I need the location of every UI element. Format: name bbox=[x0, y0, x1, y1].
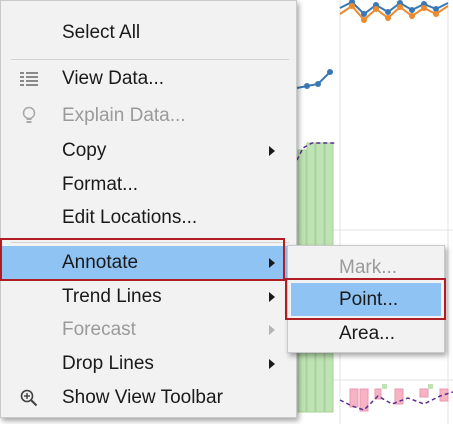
annotate-submenu: Mark... Point... Area... bbox=[287, 245, 445, 353]
menu-item-label: Annotate bbox=[62, 251, 139, 273]
menu-item-select-all[interactable]: Select All bbox=[1, 16, 296, 49]
submenu-item-point[interactable]: Point... bbox=[291, 283, 441, 316]
menu-separator bbox=[11, 59, 289, 60]
menu-item-show-view-toolbar[interactable]: Show View Toolbar bbox=[1, 381, 296, 414]
line-series-mid bbox=[296, 69, 333, 89]
line-series-top bbox=[339, 0, 449, 22]
menu-item-forecast[interactable]: Forecast bbox=[1, 313, 296, 346]
menu-item-drop-lines[interactable]: Drop Lines bbox=[1, 347, 296, 380]
submenu-arrow-icon bbox=[269, 292, 275, 302]
submenu-item-area[interactable]: Area... bbox=[291, 317, 441, 350]
submenu-item-label: Mark... bbox=[339, 256, 398, 278]
menu-item-label: View Data... bbox=[62, 67, 165, 89]
menu-item-label: Forecast bbox=[62, 318, 136, 340]
submenu-arrow-icon bbox=[269, 146, 275, 156]
menu-item-edit-locations[interactable]: Edit Locations... bbox=[1, 201, 296, 234]
zoom-icon bbox=[19, 388, 39, 408]
menu-item-trend-lines[interactable]: Trend Lines bbox=[1, 280, 296, 313]
menu-item-label: Drop Lines bbox=[62, 352, 154, 374]
menu-item-view-data[interactable]: View Data... bbox=[1, 62, 296, 95]
menu-item-label: Format... bbox=[62, 173, 139, 195]
menu-item-explain-data[interactable]: Explain Data... bbox=[1, 99, 296, 132]
menu-item-label: Select All bbox=[62, 21, 141, 43]
menu-item-format[interactable]: Format... bbox=[1, 168, 296, 201]
menu-item-annotate[interactable]: Annotate bbox=[1, 246, 296, 279]
view-data-icon bbox=[19, 69, 39, 89]
submenu-item-mark[interactable]: Mark... bbox=[291, 251, 441, 284]
submenu-item-label: Area... bbox=[339, 322, 395, 344]
green-marks bbox=[382, 384, 433, 389]
menu-item-copy[interactable]: Copy bbox=[1, 134, 296, 167]
menu-item-label: Show View Toolbar bbox=[62, 386, 223, 408]
menu-item-label: Trend Lines bbox=[62, 285, 162, 307]
submenu-arrow-icon bbox=[269, 359, 275, 369]
lightbulb-icon bbox=[19, 106, 39, 126]
menu-item-label: Copy bbox=[62, 139, 107, 161]
submenu-arrow-icon bbox=[269, 258, 275, 268]
submenu-item-label: Point... bbox=[339, 288, 399, 310]
context-menu: Select All View Data... Explain Data... … bbox=[0, 0, 297, 418]
menu-separator bbox=[11, 242, 289, 243]
menu-item-label: Edit Locations... bbox=[62, 206, 198, 228]
menu-item-label: Explain Data... bbox=[62, 104, 186, 126]
submenu-arrow-icon bbox=[269, 325, 275, 335]
